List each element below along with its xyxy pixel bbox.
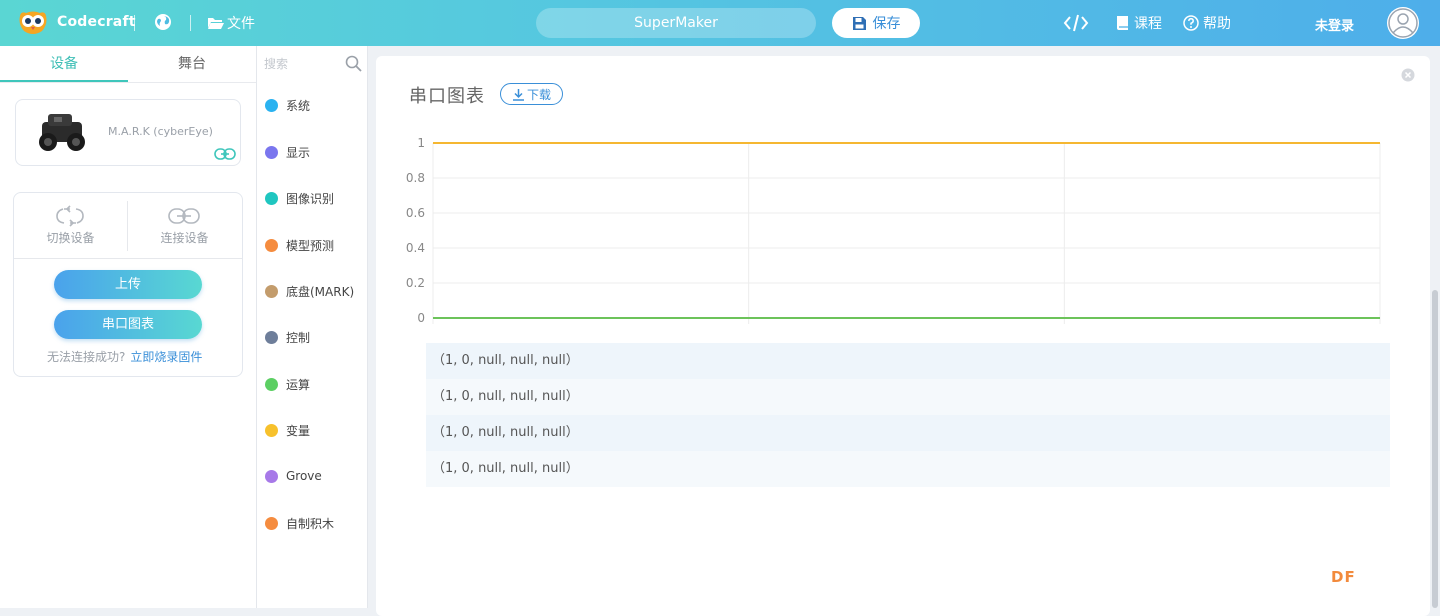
book-icon <box>1117 16 1128 30</box>
category-grove[interactable]: Grove <box>265 466 322 486</box>
device-actions: 切换设备 连接设备 上传 串口图表 无法连接成功? 立即烧录固件 <box>13 192 243 377</box>
category-model-prediction[interactable]: 模型预测 <box>265 235 334 255</box>
connect-device-button[interactable]: 连接设备 <box>128 193 241 259</box>
data-row: （1, 0, null, null, null） <box>426 343 1390 379</box>
search-icon[interactable] <box>345 55 362 72</box>
category-dot <box>265 98 278 112</box>
course-label: 课程 <box>1134 16 1162 32</box>
help-menu[interactable]: 帮助 <box>1183 13 1231 33</box>
project-name-field[interactable]: SuperMaker <box>536 8 816 38</box>
category-dot <box>265 469 278 483</box>
category-dot <box>265 423 278 437</box>
category-display[interactable]: 显示 <box>265 142 310 162</box>
category-operators[interactable]: 运算 <box>265 374 310 394</box>
data-row: （1, 0, null, null, null） <box>426 451 1390 487</box>
owl-logo-icon[interactable] <box>18 10 48 36</box>
category-dot <box>265 516 278 530</box>
device-name: M.A.R.K (cyberEye) <box>108 125 213 138</box>
category-control[interactable]: 控制 <box>265 327 310 347</box>
connect-fail-text: 无法连接成功? <box>47 350 126 364</box>
panel-tabs: 设备 舞台 <box>0 46 256 83</box>
divider <box>190 15 191 31</box>
category-label: 运算 <box>286 377 311 392</box>
search-input[interactable]: 搜索 <box>264 55 288 72</box>
avatar[interactable] <box>1387 7 1419 39</box>
line-chart: 1 0.8 0.6 0.4 0.2 0 <box>406 136 1381 325</box>
file-menu-label: 文件 <box>227 16 255 32</box>
connect-help-text: 无法连接成功? 立即烧录固件 <box>47 348 202 365</box>
flash-firmware-link[interactable]: 立即烧录固件 <box>130 350 202 364</box>
serial-data-list: （1, 0, null, null, null） （1, 0, null, nu… <box>426 343 1390 487</box>
page-scrollbar[interactable] <box>1432 290 1438 608</box>
device-panel: 设备 舞台 M.A.R.K (cyberEye) 切换设备 连接设备 上传 串口… <box>0 46 257 608</box>
category-image-recognition[interactable]: 图像识别 <box>265 188 334 208</box>
folder-icon <box>208 18 224 29</box>
login-link[interactable]: 未登录 <box>1315 15 1354 34</box>
switch-device-label: 切换设备 <box>46 231 95 245</box>
upload-button[interactable]: 上传 <box>54 270 202 299</box>
category-chassis[interactable]: 底盘(MARK) <box>265 281 354 301</box>
serial-chart-button[interactable]: 串口图表 <box>54 310 202 339</box>
brand-name: Codecraft <box>57 14 136 30</box>
category-dot <box>265 330 278 344</box>
category-dot <box>265 191 278 205</box>
category-label: Grove <box>286 469 322 483</box>
category-label: 显示 <box>286 145 311 160</box>
course-menu[interactable]: 课程 <box>1116 13 1162 33</box>
y-tick-label: 0.2 <box>406 276 425 290</box>
category-label: 模型预测 <box>286 238 335 253</box>
category-variables[interactable]: 变量 <box>265 420 310 440</box>
category-label: 控制 <box>286 330 311 345</box>
connect-device-label: 连接设备 <box>160 231 209 245</box>
active-tab-indicator <box>0 80 128 82</box>
top-bar: Codecraft 文件 SuperMaker 保存 课程 帮助 未登录 <box>0 0 1440 46</box>
save-icon <box>852 16 866 30</box>
file-menu[interactable]: 文件 <box>207 13 255 33</box>
user-icon <box>1388 8 1418 38</box>
divider <box>14 258 242 259</box>
y-tick-label: 0.6 <box>406 206 425 220</box>
category-label: 底盘(MARK) <box>286 284 355 299</box>
save-label: 保存 <box>872 16 901 32</box>
robot-car-image <box>39 114 85 151</box>
category-dot <box>265 377 278 391</box>
y-tick-label: 0.8 <box>406 171 425 185</box>
save-button[interactable]: 保存 <box>832 8 920 38</box>
divider <box>134 15 135 31</box>
help-label: 帮助 <box>1203 16 1231 32</box>
help-icon <box>1183 15 1199 31</box>
code-view-icon[interactable] <box>1063 12 1089 34</box>
switch-device-button[interactable]: 切换设备 <box>14 193 127 259</box>
y-tick-label: 0 <box>417 311 425 325</box>
category-dot <box>265 145 278 159</box>
category-label: 自制积木 <box>286 516 335 531</box>
category-label: 图像识别 <box>286 191 335 206</box>
category-label: 系统 <box>286 98 311 113</box>
globe-icon[interactable] <box>154 13 172 31</box>
link-icon <box>168 208 200 224</box>
device-card[interactable]: M.A.R.K (cyberEye) <box>15 99 241 166</box>
serial-chart-panel: 串口图表 下载 1 0.8 0.6 0.4 0.2 0 （1, 0, null, null… <box>376 56 1430 616</box>
switch-icon <box>56 205 84 227</box>
block-categories: 搜索 系统 显示 图像识别 模型预测 底盘(MARK) 控制 运算 变量 Gro… <box>257 46 368 608</box>
category-label: 变量 <box>286 423 311 438</box>
category-custom-blocks[interactable]: 自制积木 <box>265 513 334 533</box>
tab-device[interactable]: 设备 <box>0 46 128 82</box>
y-tick-label: 0.4 <box>406 241 425 255</box>
category-dot <box>265 238 278 252</box>
data-row: （1, 0, null, null, null） <box>426 415 1390 451</box>
category-dot <box>265 284 278 298</box>
data-row: （1, 0, null, null, null） <box>426 379 1390 415</box>
y-tick-label: 1 <box>417 136 425 150</box>
link-icon <box>214 148 236 160</box>
watermark: DF <box>1331 568 1356 586</box>
tab-stage[interactable]: 舞台 <box>128 46 256 82</box>
category-system[interactable]: 系统 <box>265 95 310 115</box>
